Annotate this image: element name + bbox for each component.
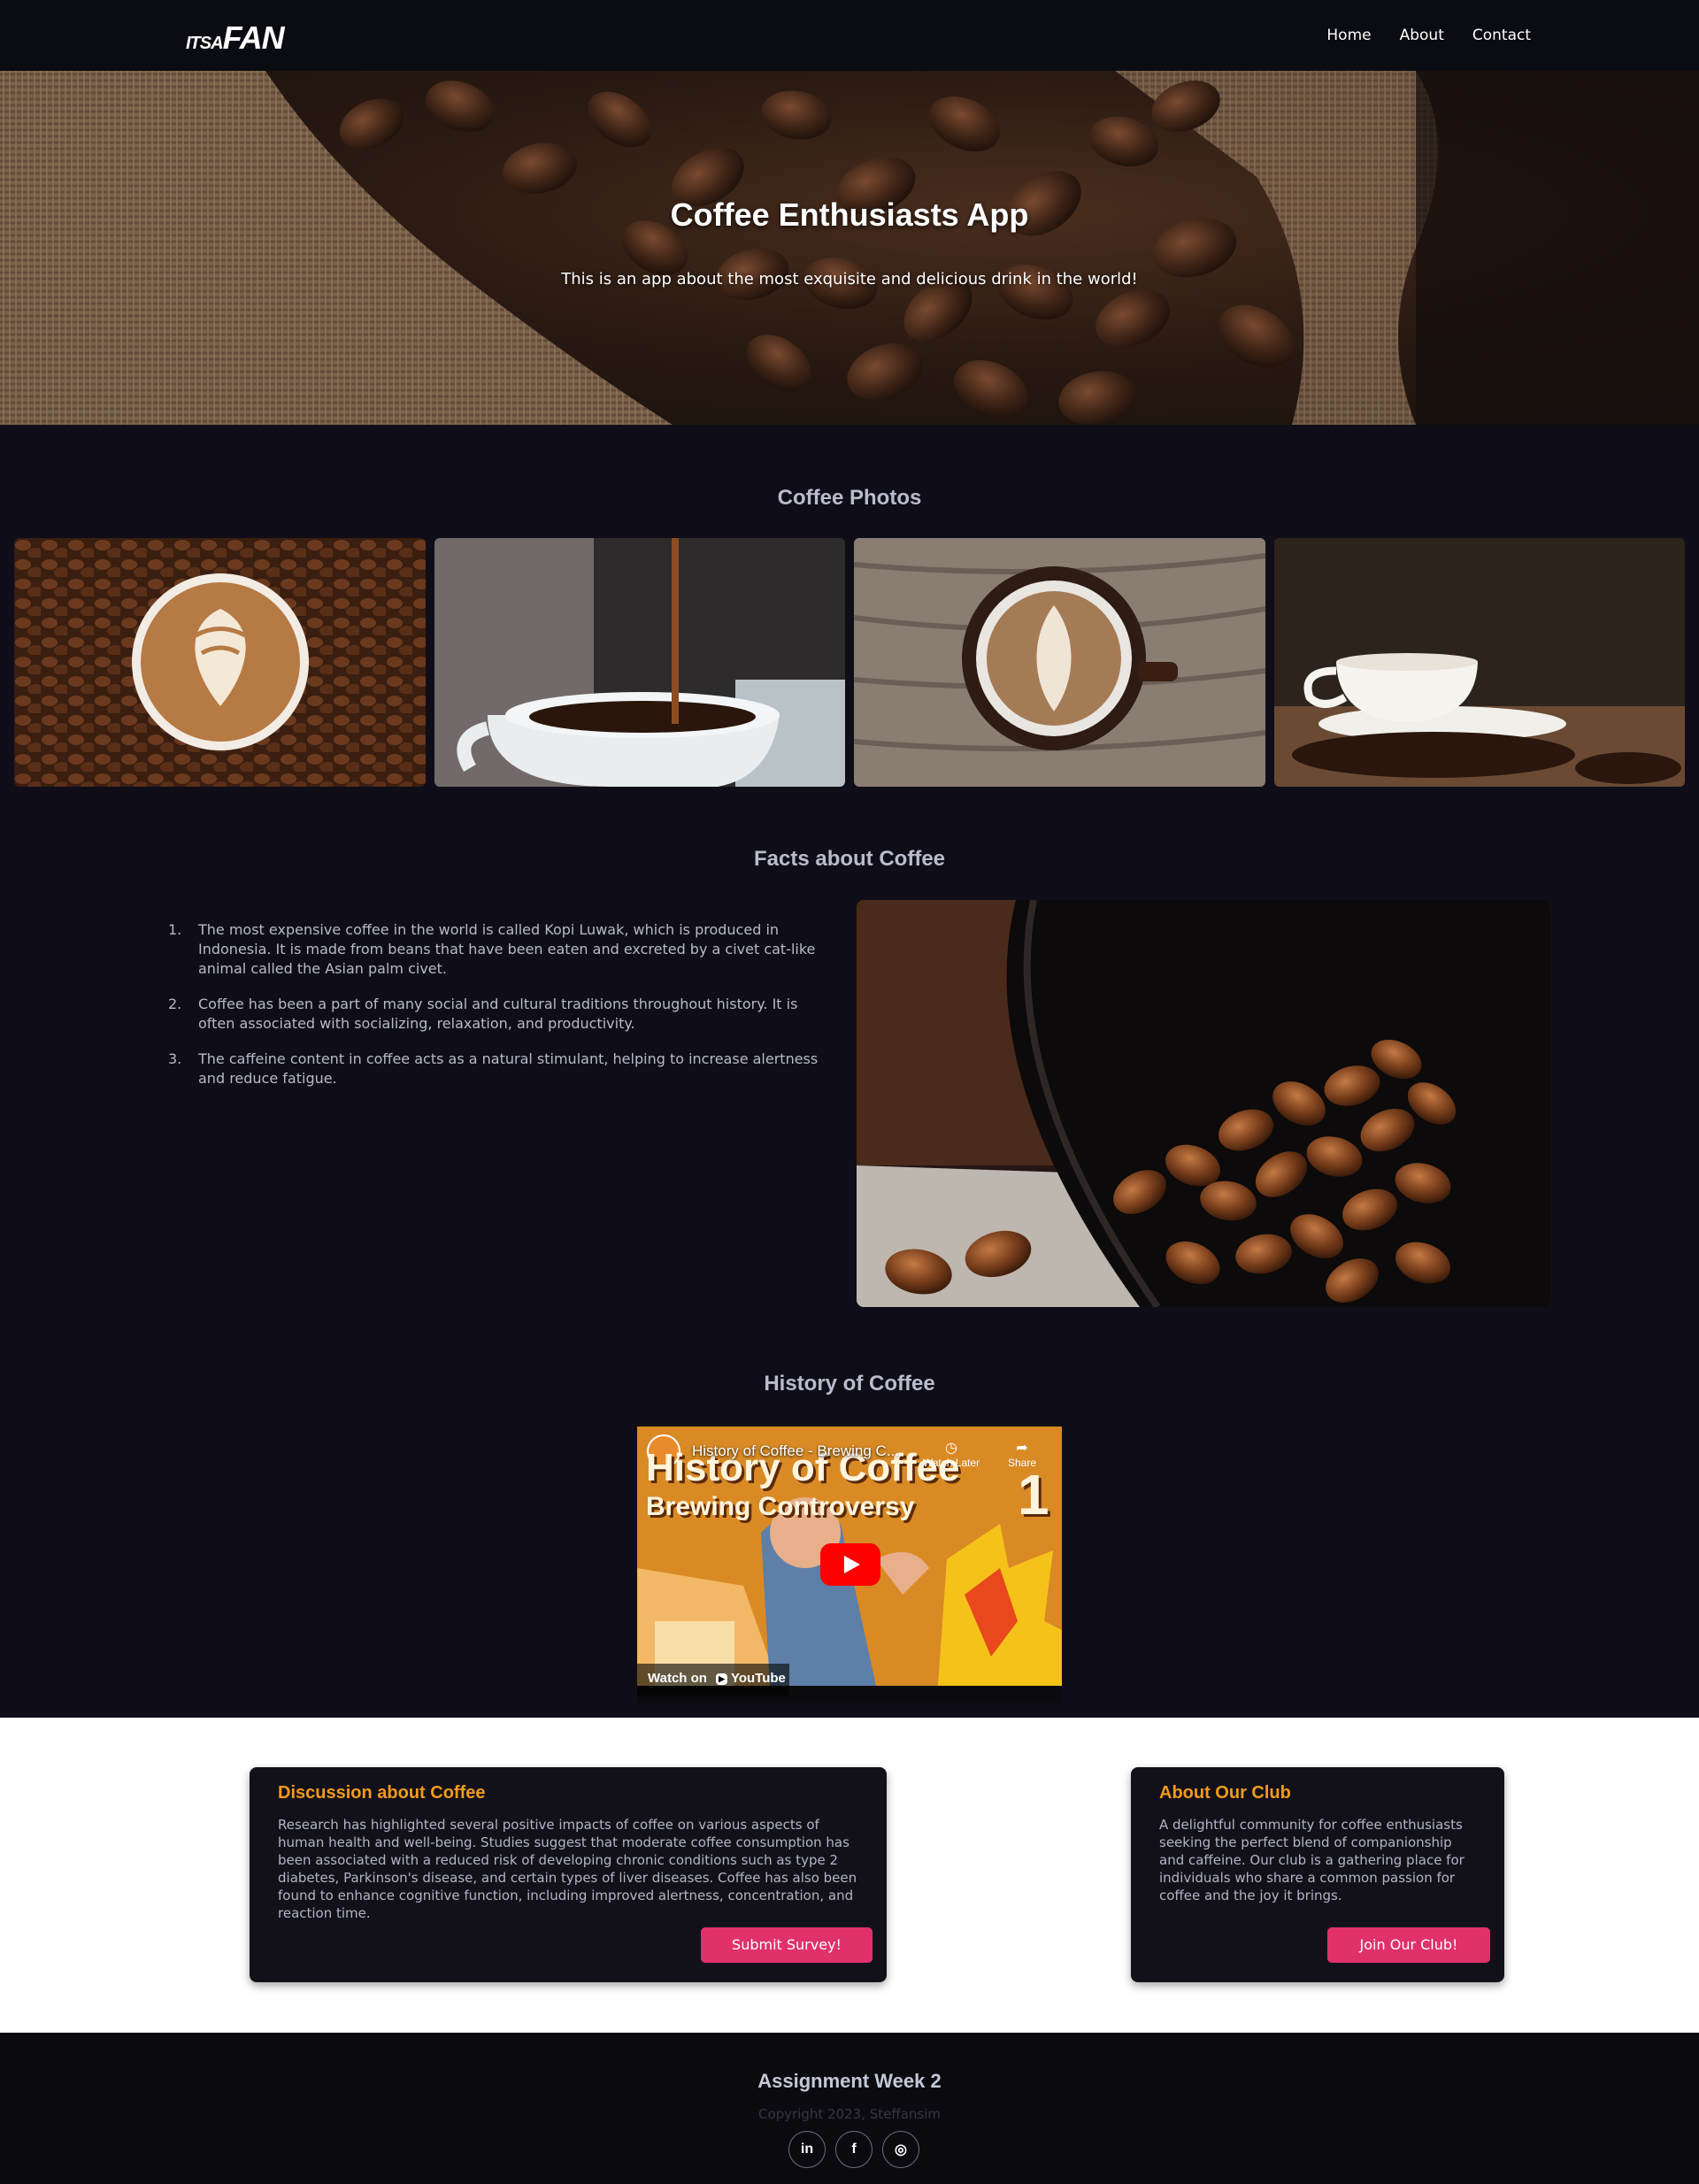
clock-icon: ◷ (945, 1441, 957, 1456)
linkedin-icon[interactable]: in (788, 2131, 826, 2168)
fact-text: Coffee has been a part of many social an… (198, 996, 798, 1032)
navbar: ITSAFAN Home About Contact (0, 0, 1699, 71)
pouring-coffee-photo (434, 538, 845, 787)
share-label: Share (1007, 1457, 1037, 1469)
hero-title: Coffee Enthusiasts App (670, 196, 1029, 233)
info-cards-section: Discussion about Coffee Research has hig… (0, 1718, 1699, 2033)
youtube-label: YouTube (730, 1671, 786, 1686)
photos-heading: Coffee Photos (777, 486, 922, 510)
cup-on-saucer-photo (1273, 538, 1685, 787)
fact-number: 3. (168, 1050, 182, 1067)
fact-item: 3. The caffeine content in coffee acts a… (168, 1050, 823, 1088)
about-club-text: A delightful community for coffee enthus… (1159, 1817, 1465, 1903)
watch-later-label: Watch Later (922, 1457, 980, 1469)
fact-text: The most expensive coffee in the world i… (198, 921, 816, 977)
hero-banner: Coffee Enthusiasts App This is an app ab… (0, 71, 1699, 425)
site-logo[interactable]: ITSAFAN (186, 19, 285, 56)
logo-main: FAN (222, 19, 285, 56)
fact-item: 1. The most expensive coffee in the worl… (168, 920, 823, 979)
latte-on-beans-photo (14, 538, 426, 787)
fact-item: 2. Coffee has been a part of many social… (168, 995, 823, 1034)
watch-on-youtube-link[interactable]: Watch on ▶ YouTube (637, 1664, 789, 1696)
footer: Assignment Week 2 Copyright 2023, Steffa… (0, 2033, 1699, 2184)
facts-list: 1. The most expensive coffee in the worl… (168, 920, 823, 1104)
share-icon: ➦ (1016, 1441, 1028, 1456)
footer-title: Assignment Week 2 (757, 2070, 942, 2092)
instagram-icon[interactable]: ◎ (882, 2131, 919, 2168)
nav-links: Home About Contact (1326, 27, 1531, 44)
fact-text: The caffeine content in coffee acts as a… (198, 1050, 819, 1087)
nav-link-home[interactable]: Home (1326, 27, 1371, 44)
hero-subtitle: This is an app about the most exquisite … (561, 270, 1138, 288)
social-links: in f ◎ (788, 2131, 919, 2168)
nav-link-about[interactable]: About (1400, 27, 1444, 44)
submit-survey-button[interactable]: Submit Survey! (701, 1927, 873, 1963)
discussion-text: Research has highlighted several positiv… (278, 1817, 857, 1921)
discussion-title: Discussion about Coffee (278, 1783, 486, 1803)
spilled-beans-image (857, 900, 1550, 1307)
episode-number: 1 (1018, 1463, 1049, 1526)
join-club-button[interactable]: Join Our Club! (1327, 1927, 1490, 1963)
discussion-card: Discussion about Coffee Research has hig… (250, 1767, 887, 1982)
play-button[interactable] (820, 1543, 880, 1586)
logo-prefix: ITSA (186, 34, 224, 53)
video-title[interactable]: History of Coffee - Brewing C... (692, 1442, 899, 1460)
about-club-card: About Our Club A delightful community fo… (1131, 1767, 1504, 1982)
share-button[interactable]: ➦ Share (996, 1441, 1049, 1469)
thumbnail-subtitle: Brewing Controversy (646, 1492, 915, 1521)
fact-number: 1. (168, 921, 182, 938)
watch-later-button[interactable]: ◷ Watch Later (911, 1441, 991, 1469)
hero-coffee-beans-image (0, 71, 1699, 425)
facts-heading: Facts about Coffee (753, 847, 946, 871)
nav-link-contact[interactable]: Contact (1472, 27, 1531, 44)
history-heading: History of Coffee (764, 1372, 935, 1396)
fact-number: 2. (168, 996, 182, 1012)
about-club-title: About Our Club (1159, 1783, 1291, 1803)
youtube-video-embed[interactable]: History of Coffee Brewing Controversy 1 … (637, 1427, 1062, 1703)
latte-art-on-wood-photo (854, 538, 1265, 787)
photo-gallery (14, 538, 1685, 787)
watch-on-label: Watch on (648, 1671, 707, 1686)
facebook-icon[interactable]: f (835, 2131, 873, 2168)
youtube-icon: ▶ (716, 1673, 728, 1685)
footer-copyright: Copyright 2023, Steffansim (757, 2106, 942, 2122)
